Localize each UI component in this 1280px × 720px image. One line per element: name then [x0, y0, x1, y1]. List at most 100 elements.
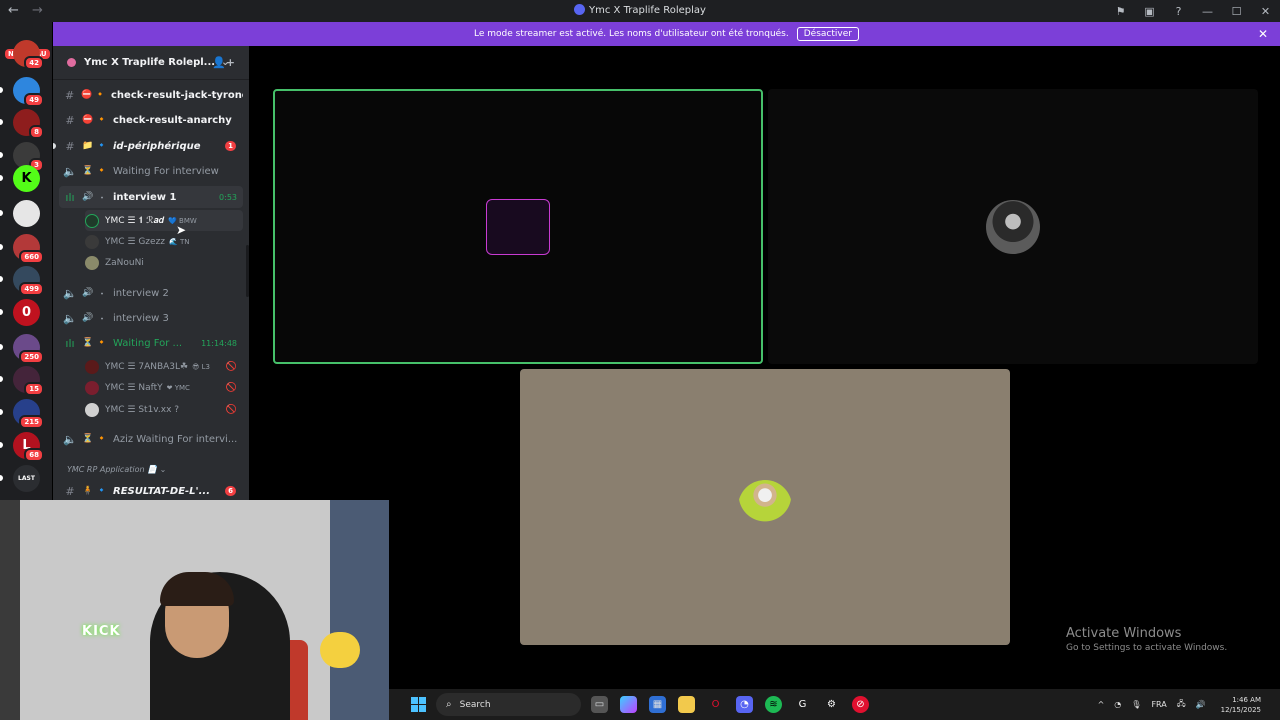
network-icon[interactable]: 🖧 — [1177, 698, 1186, 712]
voice-channel-interview-2[interactable]: 🔈 🔊 ・ interview 2 — [59, 282, 243, 304]
voice-member[interactable]: YMC ☰ St1v.xx ? 🚫 — [85, 399, 243, 420]
voice-channel-waiting-for[interactable]: ılı ⏳ 🔸 Waiting For ... 11:14:48 — [59, 332, 243, 354]
unread-indicator — [0, 475, 3, 481]
channel-emoji: ⏳ — [82, 434, 94, 444]
close-button[interactable]: ✕ — [1251, 5, 1280, 18]
server-icon[interactable]: 250 — [0, 334, 44, 364]
file-explorer-icon[interactable] — [678, 696, 695, 713]
channel-label: Aziz Waiting For intervi... — [113, 433, 238, 445]
voice-member[interactable]: YMC ☰ 𝟏 ℛ𝒂𝒅 💙 BMW — [85, 210, 243, 231]
server-icon[interactable]: K — [0, 165, 40, 192]
voice-channel-interview-3[interactable]: 🔈 🔊 ・ interview 3 — [59, 307, 243, 329]
store-icon[interactable]: ▦ — [649, 696, 666, 713]
voice-channel-interview-1[interactable]: ılı 🔊 ・ interview 1 0:53 — [59, 186, 243, 208]
windows-start-icon[interactable] — [411, 697, 426, 712]
sidebar-scrollbar[interactable] — [246, 245, 249, 297]
inbox-icon[interactable]: ⚑ — [1106, 5, 1135, 18]
microphone-icon[interactable]: 🎙 — [1131, 700, 1141, 709]
task-view-icon[interactable]: ▭ — [591, 696, 608, 713]
server-icon[interactable]: 0 — [0, 299, 40, 326]
wifi-icon[interactable]: ◔ — [1114, 700, 1121, 709]
channel-emoji: 🧍 — [82, 486, 94, 496]
channel-dot: 🔸 — [96, 434, 108, 444]
speaker-icon: 🔈 — [63, 164, 77, 178]
server-icon[interactable]: LAST — [0, 465, 40, 492]
channel-label: Waiting For interview — [113, 165, 219, 177]
participant-tile[interactable] — [768, 89, 1258, 364]
speaker-icon: 🔈 — [63, 286, 77, 300]
channel-resultat[interactable]: # 🧍 🔹 RESULTAT-DE-L'... 6 — [59, 480, 243, 500]
clock[interactable]: 1:46 AM 12/15/2025 — [1216, 695, 1266, 715]
channel-check-result-jack-tyrone[interactable]: # ⛔ 🔸 check-result-jack-tyrone — [59, 84, 243, 106]
participant-tile[interactable] — [520, 369, 1010, 645]
deafened-icon: 🚫 — [225, 361, 237, 372]
voice-channel-aziz-waiting[interactable]: 🔈 ⏳ 🔸 Aziz Waiting For intervi... — [59, 428, 243, 450]
voice-member[interactable]: YMC ☰ NaftY ❤ YMC 🚫 — [85, 377, 243, 398]
screen-share-icon[interactable]: ▣ — [1135, 5, 1164, 18]
server-icon[interactable] — [0, 200, 40, 227]
category-ymc-rp-application[interactable]: YMC RP Application 📄 ⌄ — [67, 465, 166, 474]
channel-emoji: ⛔ — [81, 90, 93, 100]
language-indicator[interactable]: FRA — [1151, 700, 1166, 709]
participant-tile-speaking[interactable] — [273, 89, 763, 364]
unread-indicator — [0, 276, 3, 282]
channel-id-peripherique[interactable]: # 📁 🔹 id-périphérique 1 — [53, 135, 243, 157]
server-icon[interactable]: 15 — [0, 366, 44, 396]
chevron-up-icon[interactable]: ^ — [1098, 700, 1105, 709]
voice-channel-waiting-for-interview[interactable]: 🔈 ⏳ 🔸 Waiting For interview — [59, 160, 243, 182]
unread-indicator — [0, 119, 3, 125]
server-icon[interactable]: 660 — [0, 234, 44, 264]
voice-member[interactable]: YMC ☰ 7ANBA3L☘ 😎 L3 🚫 — [85, 356, 243, 377]
server-badge: 68 — [24, 448, 44, 462]
member-tag: 😎 L3 — [192, 362, 210, 371]
category-label: YMC RP Application 📄 — [67, 465, 158, 474]
unread-indicator — [0, 210, 3, 216]
member-name: YMC ☰ St1v.xx ? — [105, 404, 180, 415]
server-icon[interactable]: 49 — [0, 77, 44, 107]
banner-close-icon[interactable]: ✕ — [1258, 27, 1268, 41]
discord-icon[interactable]: ◔ — [736, 696, 753, 713]
voice-member[interactable]: YMC ☰ Gzezz 🌊 TN — [85, 231, 243, 252]
riot-icon[interactable]: ⊘ — [852, 696, 869, 713]
maximize-button[interactable]: ☐ — [1222, 5, 1251, 18]
streamer-mode-banner: Le mode streamer est activé. Les noms d'… — [53, 22, 1280, 46]
window-title: Ymc X Traplife Roleplay — [0, 4, 1280, 16]
channel-check-result-anarchy[interactable]: # ⛔ 🔸 check-result-anarchy — [59, 109, 243, 131]
taskbar-search[interactable]: ⌕ Search — [436, 693, 581, 716]
member-tag: 🌊 TN — [169, 237, 190, 246]
minimize-button[interactable]: — — [1193, 5, 1222, 18]
voice-member[interactable]: ZaNouNi — [85, 252, 243, 273]
epic-games-icon[interactable]: G — [794, 696, 811, 713]
invite-people-icon[interactable]: 👤+ — [212, 56, 235, 69]
kick-sign: KICK — [82, 624, 121, 639]
steam-icon[interactable]: ⚙ — [823, 696, 840, 713]
channel-label: Waiting For ... — [113, 337, 183, 349]
server-badge: 250 — [19, 350, 44, 364]
chevron-down-icon: ⌄ — [159, 465, 167, 474]
guild-header[interactable]: Ymc X Traplife Rolepl... ⌄ 👤+ — [53, 46, 249, 80]
disable-streamer-button[interactable]: Désactiver — [796, 27, 859, 41]
member-name: YMC ☰ 7ANBA3L☘ — [105, 361, 189, 372]
server-icon[interactable]: 215 — [0, 399, 44, 429]
spotify-icon[interactable]: ≋ — [765, 696, 782, 713]
help-icon[interactable]: ? — [1164, 5, 1193, 18]
server-icon — [574, 4, 586, 15]
opera-icon[interactable]: O — [707, 696, 724, 713]
hashtag-icon: # — [65, 484, 75, 498]
avatar — [85, 234, 99, 249]
copilot-icon[interactable] — [620, 696, 637, 713]
channel-label: check-result-jack-tyrone — [110, 89, 244, 101]
channel-sidebar: Ymc X Traplife Rolepl... ⌄ 👤+ # ⛔ 🔸 chec… — [53, 46, 249, 500]
unread-indicator — [0, 442, 3, 448]
server-icon[interactable]: 42 — [13, 40, 44, 70]
channel-label: interview 1 — [113, 191, 177, 203]
server-icon[interactable]: L 68 — [0, 432, 44, 462]
server-icon[interactable]: 8 — [0, 109, 44, 139]
guild-icon — [67, 58, 76, 67]
server-icon[interactable]: 499 — [0, 266, 44, 296]
channel-emoji: 🔊 — [82, 288, 94, 298]
channel-label: RESULTAT-DE-L'... — [113, 485, 211, 497]
voice-activity-icon: ılı — [65, 336, 75, 350]
window-title-text: Ymc X Traplife Roleplay — [589, 5, 706, 16]
volume-icon[interactable]: 🔊 — [1196, 700, 1206, 709]
